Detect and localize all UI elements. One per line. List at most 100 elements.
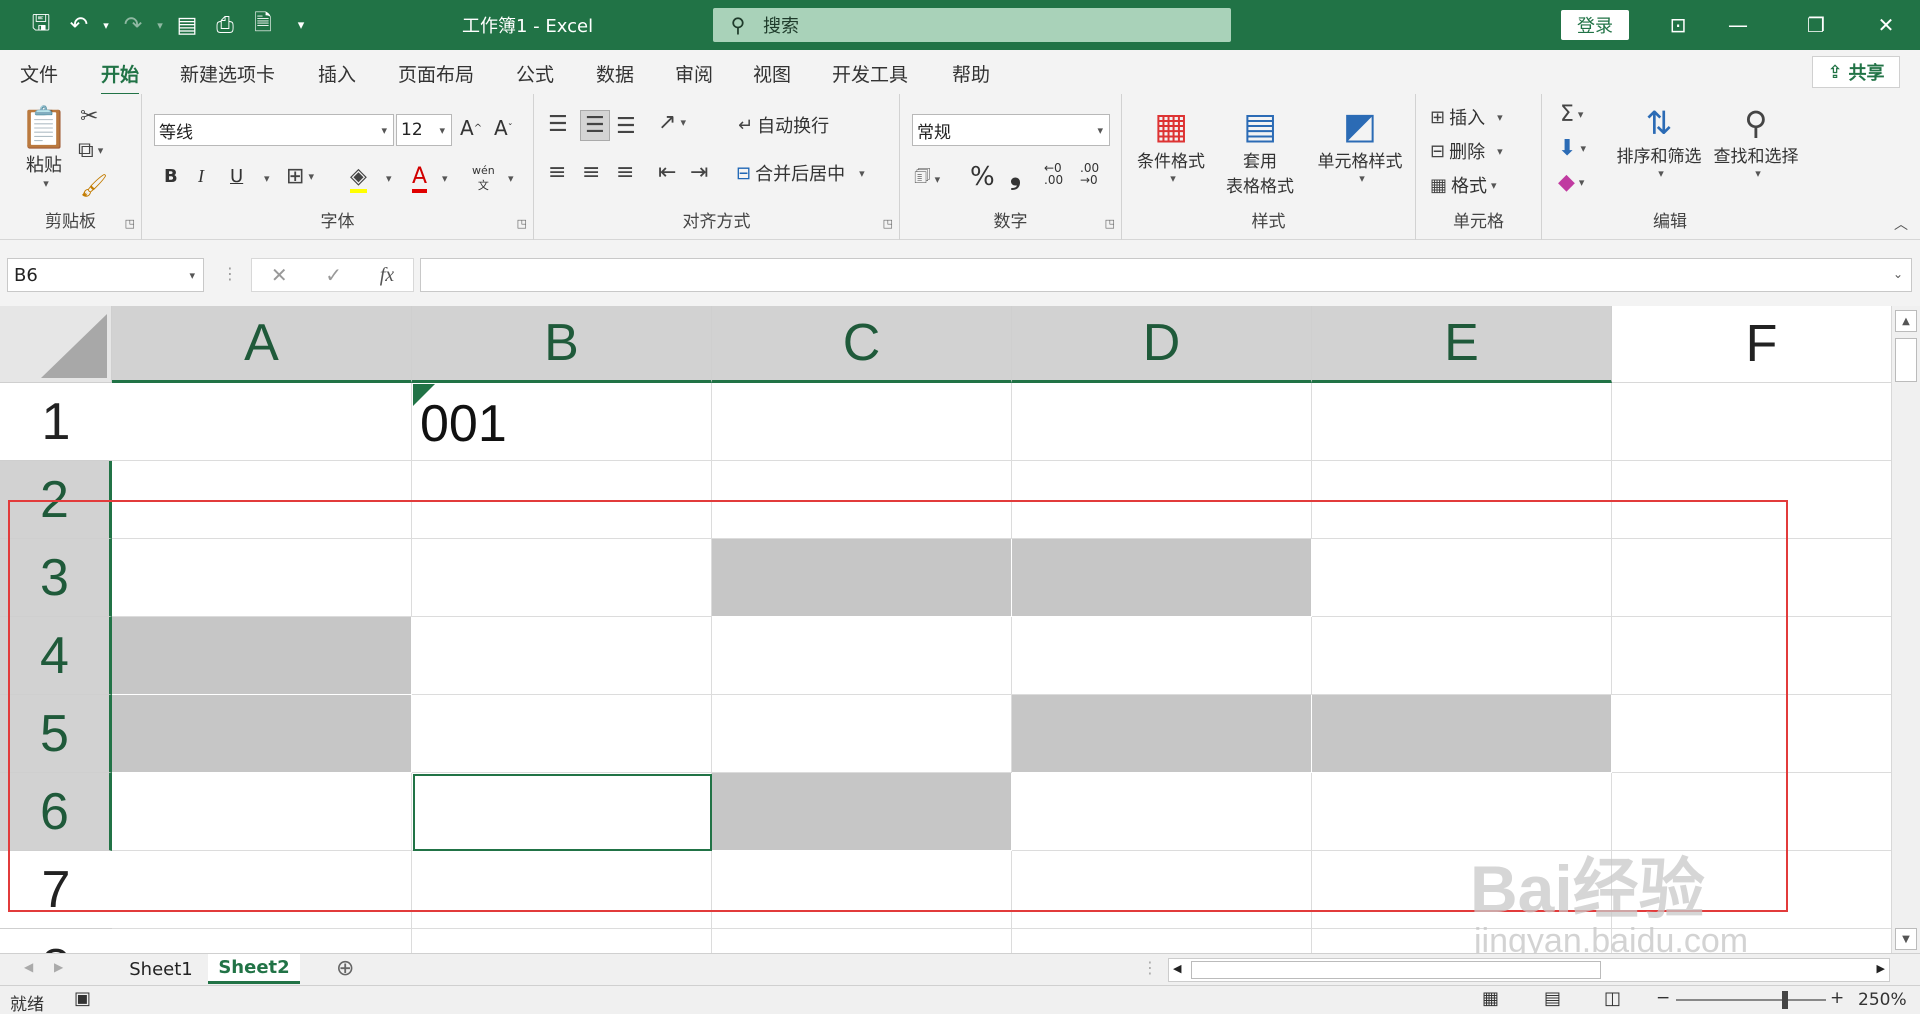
format-cells-button[interactable]: ▦ 格式 ▾ <box>1430 172 1497 198</box>
tab-formulas[interactable]: 公式 <box>516 60 554 87</box>
next-sheet-icon[interactable]: ▶ <box>54 960 63 974</box>
clipboard-launcher-icon[interactable]: ◳ <box>125 217 135 230</box>
worksheet-grid[interactable]: A B C D E F 1 2 3 4 5 6 7 8 001 Bai经验 ji… <box>0 306 1891 953</box>
orientation-icon[interactable]: ↗ ▾ <box>658 110 686 135</box>
number-launcher-icon[interactable]: ◳ <box>1105 217 1115 230</box>
scroll-up-icon[interactable]: ▲ <box>1895 310 1917 332</box>
minimize-icon[interactable]: — <box>1708 0 1768 50</box>
insert-function-button[interactable]: fx <box>380 264 394 287</box>
column-header-c[interactable]: C <box>712 306 1012 383</box>
number-format-select[interactable]: 常规 ▾ <box>912 114 1110 146</box>
row-header-1[interactable]: 1 <box>0 383 112 461</box>
merge-center-button[interactable]: ⊟ 合并后居中 ▾ <box>736 160 865 186</box>
restore-icon[interactable]: ❐ <box>1786 0 1846 50</box>
sort-filter-button[interactable]: ⇅ 排序和筛选 ▾ <box>1612 104 1706 180</box>
accounting-format-icon[interactable]: 🗊 ▾ <box>914 164 940 194</box>
zoom-in-icon[interactable]: + <box>1830 988 1844 1008</box>
font-name-select[interactable]: 等线 ▾ <box>154 114 394 146</box>
delete-cells-button[interactable]: ⊟ 删除 ▾ <box>1430 138 1503 164</box>
cancel-icon[interactable]: ✕ <box>271 263 288 287</box>
tab-home[interactable]: 开始 <box>101 60 140 96</box>
underline-dropdown-icon[interactable]: ▾ <box>264 172 270 185</box>
print-preview-icon[interactable]: ⎙ <box>206 8 244 42</box>
horizontal-scroll-thumb[interactable] <box>1191 961 1601 979</box>
align-middle-icon[interactable]: ☰ <box>580 110 610 141</box>
tab-page-layout[interactable]: 页面布局 <box>398 60 474 87</box>
column-header-a[interactable]: A <box>112 306 412 383</box>
sheet-tab-sheet1[interactable]: Sheet1 <box>118 954 204 984</box>
tab-new-tab[interactable]: 新建选项卡 <box>180 60 275 87</box>
clear-icon[interactable]: ◆ ▾ <box>1558 170 1584 195</box>
phonetic-button[interactable]: wén 文 <box>472 164 495 193</box>
undo-dropdown-icon[interactable]: ▾ <box>98 8 114 42</box>
touch-mode-icon[interactable]: 🗎 <box>244 8 282 42</box>
wrap-text-button[interactable]: ↵ 自动换行 <box>738 112 829 138</box>
cell-b8[interactable] <box>412 929 712 953</box>
align-left-icon[interactable]: ≡ <box>548 160 566 185</box>
paste-button[interactable]: 📋 粘贴 ▾ <box>18 104 70 190</box>
decrease-indent-icon[interactable]: ⇤ <box>658 160 676 185</box>
borders-icon[interactable]: ⊞ ▾ <box>286 164 314 189</box>
alignment-launcher-icon[interactable]: ◳ <box>883 217 893 230</box>
fill-icon[interactable]: ⬇ ▾ <box>1558 136 1586 161</box>
underline-button[interactable]: U <box>230 166 243 187</box>
row-header-8[interactable]: 8 <box>0 929 112 953</box>
tab-view[interactable]: 视图 <box>753 60 791 87</box>
grow-font-button[interactable]: A ^ <box>460 116 482 140</box>
vertical-scroll-thumb[interactable] <box>1895 338 1917 382</box>
sheet-tab-sheet2[interactable]: Sheet2 <box>208 954 300 984</box>
zoom-out-icon[interactable]: − <box>1656 988 1670 1008</box>
format-as-table-button[interactable]: ▤ 套用 表格格式 <box>1212 106 1308 197</box>
tab-file[interactable]: 文件 <box>20 60 58 87</box>
align-right-icon[interactable]: ≡ <box>616 160 634 185</box>
scroll-left-icon[interactable]: ◀ <box>1173 962 1181 975</box>
formula-bar-splitter-icon[interactable]: ⋮ <box>222 264 238 283</box>
zoom-level[interactable]: 250% <box>1858 990 1907 1010</box>
increase-indent-icon[interactable]: ⇥ <box>690 160 708 185</box>
format-painter-icon[interactable]: 🖌 <box>80 174 108 199</box>
column-header-f[interactable]: F <box>1612 306 1891 383</box>
comma-style-button[interactable]: ❟ <box>1010 158 1021 192</box>
cell-a1[interactable] <box>112 383 412 461</box>
cell-f1[interactable] <box>1612 383 1891 461</box>
align-top-icon[interactable]: ☰ <box>548 112 568 137</box>
cut-icon[interactable]: ✂ <box>80 104 98 129</box>
collapse-ribbon-icon[interactable]: ︿ <box>1894 214 1908 234</box>
normal-view-icon[interactable]: ▦ <box>1482 988 1499 1009</box>
customize-qat-icon[interactable]: ▾ <box>282 8 320 42</box>
fill-color-dropdown-icon[interactable]: ▾ <box>386 172 392 185</box>
fill-color-icon[interactable]: ◈ <box>350 164 367 193</box>
ribbon-display-icon[interactable]: ⊡ <box>1648 0 1708 50</box>
font-launcher-icon[interactable]: ◳ <box>517 217 527 230</box>
tab-help[interactable]: 帮助 <box>952 60 990 87</box>
redo-icon[interactable]: ↷ <box>114 8 152 42</box>
phonetic-dropdown-icon[interactable]: ▾ <box>508 172 514 185</box>
share-button[interactable]: ⇪ 共享 <box>1812 56 1900 88</box>
macro-record-icon[interactable]: ▣ <box>74 988 91 1009</box>
page-layout-view-icon[interactable]: ▤ <box>1544 988 1561 1009</box>
scroll-down-icon[interactable]: ▼ <box>1895 928 1917 950</box>
column-header-e[interactable]: E <box>1312 306 1612 383</box>
redo-dropdown-icon[interactable]: ▾ <box>152 8 168 42</box>
column-header-d[interactable]: D <box>1012 306 1312 383</box>
tab-insert[interactable]: 插入 <box>318 60 356 87</box>
autosum-icon[interactable]: Σ ▾ <box>1560 102 1583 127</box>
copy-icon[interactable]: ⧉ ▾ <box>78 138 103 163</box>
cell-e1[interactable] <box>1312 383 1612 461</box>
save-icon[interactable]: 🖫 <box>22 8 60 42</box>
cell-styles-button[interactable]: ◩ 单元格样式 ▾ <box>1308 106 1412 185</box>
page-break-view-icon[interactable]: ◫ <box>1604 988 1621 1009</box>
horizontal-scrollbar[interactable]: ◀ ▶ <box>1168 958 1890 982</box>
name-box[interactable]: B6 ▾ <box>7 258 204 292</box>
conditional-formatting-button[interactable]: ▦ 条件格式 ▾ <box>1134 106 1208 185</box>
undo-icon[interactable]: ↶ <box>60 8 98 42</box>
close-icon[interactable]: ✕ <box>1856 0 1916 50</box>
italic-button[interactable]: I <box>198 166 204 187</box>
cell-a8[interactable] <box>112 929 412 953</box>
search-box[interactable]: ⚲ 搜索 <box>713 8 1231 42</box>
find-select-button[interactable]: ⚲ 查找和选择 ▾ <box>1708 104 1804 180</box>
login-button[interactable]: 登录 <box>1561 10 1629 40</box>
vertical-scrollbar[interactable]: ▲ ▼ <box>1891 306 1920 953</box>
tab-review[interactable]: 审阅 <box>675 60 713 87</box>
insert-cells-button[interactable]: ⊞ 插入 ▾ <box>1430 104 1503 130</box>
